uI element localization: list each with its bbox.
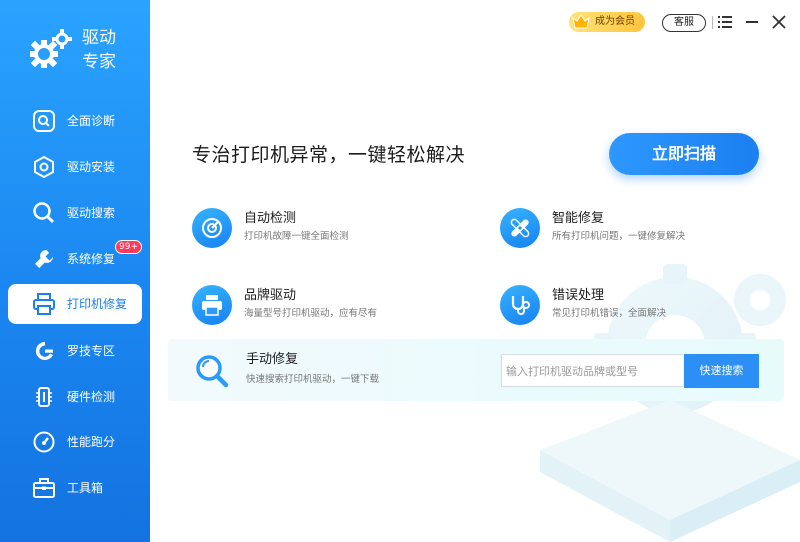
speedometer-icon: [33, 431, 55, 453]
feature-desc: 海量型号打印机驱动，应有尽有: [244, 308, 378, 319]
app-name-line2: 专家: [82, 52, 116, 72]
page-headline: 专治打印机异常，一键轻松解决: [192, 144, 466, 166]
sidebar-item-printer-repair[interactable]: 打印机修复: [8, 284, 142, 324]
feature-desc: 常见打印机错误，全面解决: [552, 308, 667, 319]
error-handling-icon: [500, 285, 540, 325]
toolbox-icon: [33, 478, 55, 498]
sidebar-item-label: 罗技专区: [67, 344, 116, 358]
app-name: 驱动 专家: [82, 26, 116, 74]
hardware-icon: [36, 387, 52, 407]
magnifier-icon: [196, 355, 229, 388]
quick-search-button[interactable]: 快速搜索: [684, 354, 759, 388]
printer-icon: [33, 293, 55, 315]
feature-title: 错误处理: [552, 288, 605, 303]
feature-brand-driver[interactable]: 品牌驱动 海量型号打印机驱动，应有尽有: [192, 285, 472, 329]
sidebar-item-toolbox[interactable]: 工具箱: [8, 468, 142, 508]
sidebar-item-label: 打印机修复: [67, 297, 128, 311]
sidebar-item-label: 系统修复: [67, 252, 116, 266]
minimize-icon[interactable]: [746, 21, 758, 23]
auto-detect-icon: [192, 208, 232, 248]
sidebar-item-label: 工具箱: [67, 481, 104, 495]
manual-repair-title: 手动修复: [246, 352, 299, 367]
logitech-icon: [35, 341, 53, 360]
sidebar-item-hardware[interactable]: 硬件检测: [8, 377, 142, 417]
sidebar-item-system-repair[interactable]: 系统修复 99+: [8, 239, 142, 279]
sidebar-item-search[interactable]: 驱动搜索: [8, 193, 142, 233]
sidebar-item-label: 全面诊断: [67, 114, 116, 128]
sidebar-item-logitech[interactable]: 罗技专区: [8, 331, 142, 371]
feature-auto-detect[interactable]: 自动检测 打印机故障一键全面检测: [192, 208, 472, 252]
vip-label: 成为会员: [595, 16, 635, 27]
sidebar-item-benchmark[interactable]: 性能跑分: [8, 422, 142, 462]
sidebar: 驱动 专家 全面诊断 驱动安装 驱动搜索 系统修复 99+ 打印机修复 罗技专区…: [0, 0, 150, 542]
gear-logo-icon: [30, 29, 72, 68]
sidebar-item-label: 驱动安装: [67, 160, 116, 174]
feature-title: 品牌驱动: [244, 288, 297, 303]
wrench-icon: [35, 250, 53, 268]
close-icon[interactable]: [772, 15, 786, 29]
feature-desc: 打印机故障一键全面检测: [244, 231, 349, 242]
vip-button[interactable]: 成为会员: [569, 12, 645, 32]
diagnose-icon: [33, 110, 55, 132]
sidebar-item-label: 硬件检测: [67, 390, 116, 404]
printer-driver-icon: [192, 285, 232, 325]
install-icon: [34, 155, 54, 179]
feature-title: 智能修复: [552, 211, 605, 226]
notification-badge: 99+: [115, 240, 142, 254]
app-name-line1: 驱动: [82, 28, 116, 48]
service-button[interactable]: 客服: [662, 14, 706, 32]
sidebar-item-install[interactable]: 驱动安装: [8, 147, 142, 187]
manual-repair-desc: 快速搜索打印机驱动，一键下载: [246, 374, 380, 385]
sidebar-item-diagnose[interactable]: 全面诊断: [8, 101, 142, 141]
menu-icon[interactable]: [718, 15, 732, 29]
sidebar-item-label: 性能跑分: [67, 435, 116, 449]
feature-smart-repair[interactable]: 智能修复 所有打印机问题，一键修复解决: [500, 208, 780, 252]
feature-desc: 所有打印机问题，一键修复解决: [552, 231, 686, 242]
search-icon: [33, 202, 55, 224]
crown-icon: [572, 14, 590, 29]
titlebar-divider: [712, 16, 713, 29]
sidebar-item-label: 驱动搜索: [67, 206, 116, 220]
smart-repair-icon: [500, 208, 540, 248]
driver-search-input[interactable]: 输入打印机驱动品牌或型号: [501, 354, 683, 387]
scan-now-button[interactable]: 立即扫描: [609, 133, 759, 175]
active-indicator: [14, 296, 17, 308]
feature-title: 自动检测: [244, 211, 297, 226]
feature-error-handling[interactable]: 错误处理 常见打印机错误，全面解决: [500, 285, 780, 329]
